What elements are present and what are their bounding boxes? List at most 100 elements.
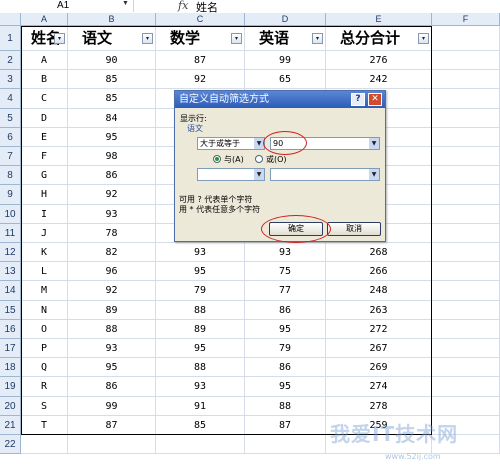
- row-header-11[interactable]: 11: [0, 223, 21, 243]
- table-cell[interactable]: I: [21, 204, 68, 224]
- table-cell[interactable]: 93: [68, 339, 156, 359]
- row-header-2[interactable]: 2: [0, 51, 21, 71]
- ok-button[interactable]: 确定: [269, 222, 323, 236]
- table-cell[interactable]: 268: [326, 243, 432, 263]
- row-header-21[interactable]: 21: [0, 415, 21, 435]
- or-radio[interactable]: [255, 155, 263, 163]
- row-header-1[interactable]: 1: [0, 26, 21, 51]
- table-cell[interactable]: Q: [21, 358, 68, 378]
- empty-cell[interactable]: [432, 300, 500, 320]
- empty-cell[interactable]: [245, 435, 326, 455]
- row-header-18[interactable]: 18: [0, 358, 21, 378]
- row-header-5[interactable]: 5: [0, 108, 21, 128]
- table-cell[interactable]: 65: [245, 70, 326, 90]
- table-cell[interactable]: 95: [156, 339, 245, 359]
- and-radio[interactable]: [213, 155, 221, 163]
- row-header-16[interactable]: 16: [0, 319, 21, 339]
- table-cell[interactable]: L: [21, 262, 68, 282]
- table-cell[interactable]: 92: [156, 70, 245, 90]
- row-header-6[interactable]: 6: [0, 127, 21, 147]
- name-box[interactable]: A1 ▼: [0, 0, 134, 12]
- table-cell[interactable]: 88: [245, 396, 326, 416]
- empty-cell[interactable]: [156, 435, 245, 455]
- table-cell[interactable]: 95: [68, 127, 156, 147]
- empty-cell[interactable]: [432, 26, 500, 51]
- empty-cell[interactable]: [432, 358, 500, 378]
- table-cell[interactable]: 90: [68, 51, 156, 71]
- table-cell[interactable]: 95: [245, 377, 326, 397]
- table-cell[interactable]: 88: [156, 300, 245, 320]
- table-cell[interactable]: D: [21, 108, 68, 128]
- table-cell[interactable]: K: [21, 243, 68, 263]
- empty-cell[interactable]: [21, 435, 68, 455]
- table-cell[interactable]: 86: [245, 358, 326, 378]
- table-cell[interactable]: 85: [156, 415, 245, 435]
- table-cell[interactable]: 93: [156, 377, 245, 397]
- table-header-cell[interactable]: 英语 ▾: [245, 26, 326, 51]
- table-cell[interactable]: 242: [326, 70, 432, 90]
- table-cell[interactable]: 99: [245, 51, 326, 71]
- table-cell[interactable]: T: [21, 415, 68, 435]
- table-cell[interactable]: 92: [68, 185, 156, 205]
- table-cell[interactable]: 96: [68, 262, 156, 282]
- table-cell[interactable]: 88: [68, 319, 156, 339]
- table-header-cell[interactable]: 总分合计 ▾: [326, 26, 432, 51]
- table-cell[interactable]: 93: [68, 204, 156, 224]
- table-cell[interactable]: 77: [245, 281, 326, 301]
- row-header-17[interactable]: 17: [0, 339, 21, 359]
- filter-dropdown-button[interactable]: ▾: [418, 33, 429, 44]
- table-cell[interactable]: R: [21, 377, 68, 397]
- table-cell[interactable]: 86: [245, 300, 326, 320]
- table-cell[interactable]: 86: [68, 166, 156, 186]
- empty-cell[interactable]: [432, 262, 500, 282]
- table-cell[interactable]: 98: [68, 147, 156, 167]
- table-cell[interactable]: G: [21, 166, 68, 186]
- table-cell[interactable]: 84: [68, 108, 156, 128]
- filter-dropdown-button[interactable]: ▾: [54, 33, 65, 44]
- table-cell[interactable]: 266: [326, 262, 432, 282]
- help-icon[interactable]: ?: [351, 93, 365, 106]
- empty-cell[interactable]: [432, 396, 500, 416]
- empty-cell[interactable]: [432, 281, 500, 301]
- function-icon[interactable]: fx: [178, 0, 188, 12]
- condition2-value-input[interactable]: ▼: [270, 168, 380, 181]
- row-header-7[interactable]: 7: [0, 147, 21, 167]
- table-cell[interactable]: A: [21, 51, 68, 71]
- table-cell[interactable]: 269: [326, 358, 432, 378]
- table-cell[interactable]: 75: [245, 262, 326, 282]
- chevron-down-icon[interactable]: ▼: [122, 0, 129, 7]
- filter-dropdown-button[interactable]: ▾: [142, 33, 153, 44]
- column-header-c[interactable]: C: [156, 13, 245, 26]
- row-header-15[interactable]: 15: [0, 300, 21, 320]
- table-header-cell[interactable]: 姓名 ▾: [21, 26, 68, 51]
- empty-cell[interactable]: [68, 435, 156, 455]
- row-header-14[interactable]: 14: [0, 281, 21, 301]
- empty-cell[interactable]: [432, 166, 500, 186]
- select-all-corner[interactable]: [0, 13, 21, 26]
- table-cell[interactable]: 95: [68, 358, 156, 378]
- table-cell[interactable]: 274: [326, 377, 432, 397]
- table-cell[interactable]: B: [21, 70, 68, 90]
- row-header-3[interactable]: 3: [0, 70, 21, 90]
- table-cell[interactable]: O: [21, 319, 68, 339]
- row-header-12[interactable]: 12: [0, 243, 21, 263]
- table-cell[interactable]: 99: [68, 396, 156, 416]
- table-cell[interactable]: 93: [245, 243, 326, 263]
- table-cell[interactable]: 278: [326, 396, 432, 416]
- empty-cell[interactable]: [432, 319, 500, 339]
- column-header-b[interactable]: B: [68, 13, 156, 26]
- row-header-10[interactable]: 10: [0, 204, 21, 224]
- table-cell[interactable]: 95: [245, 319, 326, 339]
- table-cell[interactable]: 86: [68, 377, 156, 397]
- column-header-a[interactable]: A: [21, 13, 68, 26]
- row-header-9[interactable]: 9: [0, 185, 21, 205]
- table-cell[interactable]: 272: [326, 319, 432, 339]
- filter-dropdown-button[interactable]: ▾: [312, 33, 323, 44]
- empty-cell[interactable]: [432, 377, 500, 397]
- chevron-down-icon[interactable]: ▼: [254, 138, 264, 149]
- table-cell[interactable]: 95: [156, 262, 245, 282]
- table-cell[interactable]: 78: [68, 223, 156, 243]
- table-cell[interactable]: 89: [68, 300, 156, 320]
- empty-cell[interactable]: [432, 223, 500, 243]
- table-cell[interactable]: 87: [68, 415, 156, 435]
